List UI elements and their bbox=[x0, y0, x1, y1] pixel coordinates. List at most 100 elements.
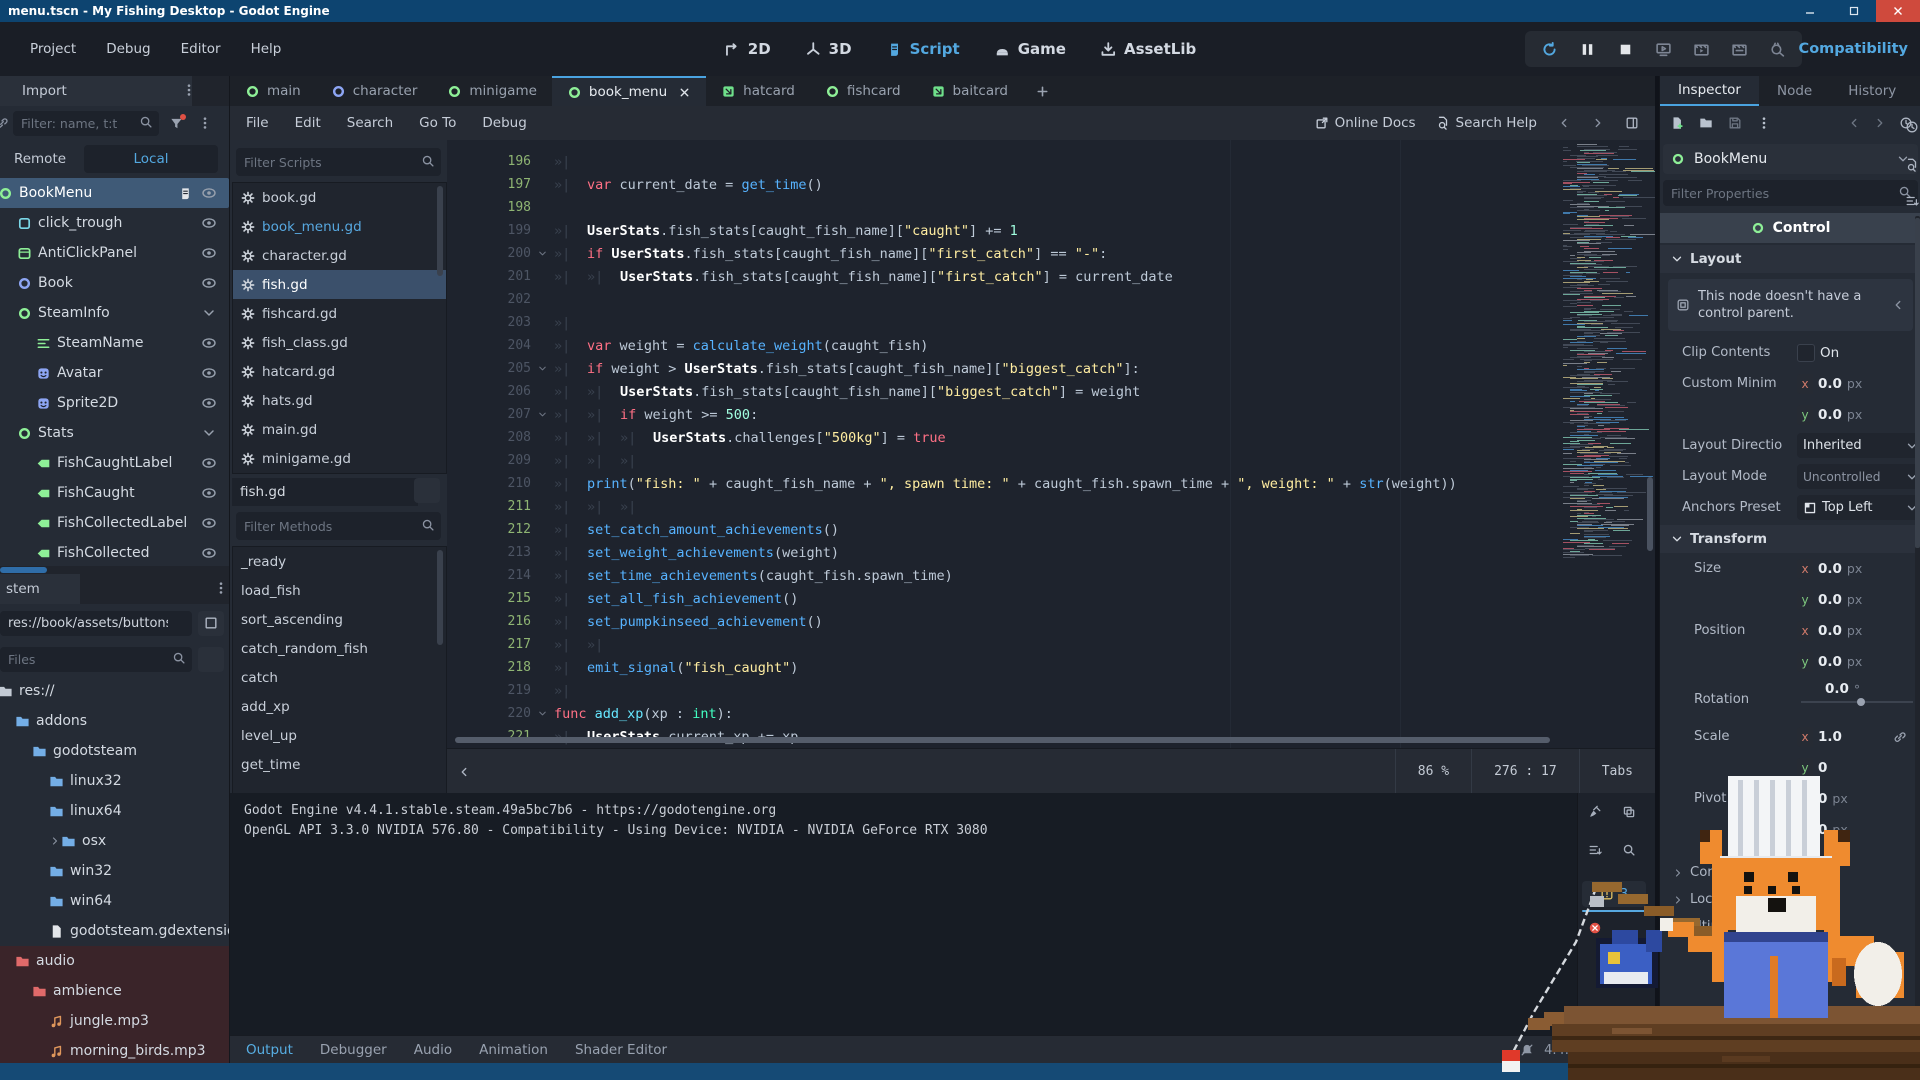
visibility-eye-icon[interactable] bbox=[201, 455, 217, 471]
code-line[interactable]: 197»|var current_date = get_time() bbox=[447, 173, 1547, 196]
code-line[interactable]: 219»| bbox=[447, 679, 1547, 702]
workspace-game[interactable]: Game bbox=[994, 40, 1066, 58]
chevron-down-icon[interactable] bbox=[201, 305, 217, 321]
code-line[interactable]: 201»|»|UserStats.fish_stats[caught_fish_… bbox=[447, 265, 1547, 288]
code-line[interactable]: 206»|»|UserStats.fish_stats[caught_fish_… bbox=[447, 380, 1547, 403]
tab-import[interactable]: Import bbox=[0, 76, 192, 106]
link-scale-icon[interactable] bbox=[1893, 730, 1907, 744]
code-line[interactable]: 220func add_xp(xp : int): bbox=[447, 702, 1547, 725]
renderer-selector[interactable]: Compatibility bbox=[1799, 22, 1908, 76]
layout-direction-dropdown[interactable]: Inherited bbox=[1797, 433, 1920, 458]
visibility-eye-icon[interactable] bbox=[201, 185, 217, 201]
tab-history[interactable]: History bbox=[1830, 76, 1914, 106]
menu-debug[interactable]: Debug bbox=[106, 41, 150, 57]
fs-item-win64[interactable]: win64 bbox=[0, 886, 229, 916]
open-docs-icon[interactable] bbox=[1905, 158, 1919, 172]
search-help-button[interactable]: Search Help bbox=[1436, 115, 1537, 131]
history-list-icon[interactable] bbox=[1905, 120, 1919, 134]
online-docs-button[interactable]: Online Docs bbox=[1315, 115, 1416, 131]
visibility-eye-icon[interactable] bbox=[201, 395, 217, 411]
bottom-tab-debugger[interactable]: Debugger bbox=[320, 1042, 387, 1058]
fs-item-addons[interactable]: addons bbox=[0, 706, 229, 736]
code-line[interactable]: 209»|»|»| bbox=[447, 449, 1547, 472]
scene-tab-baitcard[interactable]: baitcard bbox=[916, 76, 1023, 106]
script-item-fish_class.gd[interactable]: fish_class.gd bbox=[233, 328, 446, 357]
movie-play-icon[interactable] bbox=[1693, 41, 1710, 58]
close-tab-icon[interactable] bbox=[678, 86, 691, 99]
fs-item-audio[interactable]: audio bbox=[0, 946, 229, 976]
sort-files-icon[interactable] bbox=[198, 647, 224, 672]
pause-icon[interactable] bbox=[1579, 41, 1596, 58]
scene-tab-fishcard[interactable]: fishcard bbox=[810, 76, 916, 106]
scripts-scrollbar[interactable] bbox=[437, 186, 443, 276]
code-line[interactable]: 211»|»|»| bbox=[447, 495, 1547, 518]
extra-resources-icon[interactable] bbox=[1905, 194, 1919, 208]
code-line[interactable]: 205»|if weight > UserStats.fish_stats[ca… bbox=[447, 357, 1547, 380]
script-item-fishcard.gd[interactable]: fishcard.gd bbox=[233, 299, 446, 328]
chevron-left-icon[interactable] bbox=[1891, 298, 1905, 312]
fs-item-godotsteam-gdextension[interactable]: godotsteam.gdextension bbox=[0, 916, 229, 946]
method-item-catch[interactable]: catch bbox=[233, 663, 446, 692]
tab-filesystem[interactable]: stem bbox=[0, 574, 80, 604]
code-line[interactable]: 207»|»|if weight >= 500: bbox=[447, 403, 1547, 426]
movie-folder-icon[interactable] bbox=[1731, 41, 1748, 58]
visibility-eye-icon[interactable] bbox=[201, 545, 217, 561]
filter-properties-input[interactable] bbox=[1663, 186, 1918, 201]
visibility-eye-icon[interactable] bbox=[201, 275, 217, 291]
scene-tab-hatcard[interactable]: hatcard bbox=[706, 76, 810, 106]
script-item-character.gd[interactable]: character.gd bbox=[233, 241, 446, 270]
script-menu-search[interactable]: Search bbox=[347, 115, 393, 131]
fold-arrow-icon[interactable] bbox=[537, 409, 554, 420]
attached-script-icon[interactable] bbox=[178, 185, 193, 201]
script-menu-go-to[interactable]: Go To bbox=[419, 115, 456, 131]
menu-editor[interactable]: Editor bbox=[181, 41, 221, 57]
y-field[interactable]: y bbox=[1797, 590, 1813, 610]
scene-tab-character[interactable]: character bbox=[316, 76, 433, 106]
method-item-_ready[interactable]: _ready bbox=[233, 547, 446, 576]
filter-funnel-icon[interactable] bbox=[169, 116, 184, 131]
history-back-icon[interactable] bbox=[1847, 116, 1861, 130]
kebab-icon[interactable] bbox=[214, 581, 228, 595]
expand-toggle-icon[interactable] bbox=[49, 835, 61, 847]
movie-zoom-icon[interactable] bbox=[1769, 41, 1786, 58]
visibility-eye-icon[interactable] bbox=[201, 365, 217, 381]
code-line[interactable]: 213»|set_weight_achievements(weight) bbox=[447, 541, 1547, 564]
method-sort-icon[interactable] bbox=[414, 478, 440, 503]
y-field[interactable]: y bbox=[1797, 652, 1813, 672]
workspace-assetlib[interactable]: AssetLib bbox=[1100, 40, 1196, 58]
kebab-icon[interactable] bbox=[1757, 116, 1771, 130]
visibility-eye-icon[interactable] bbox=[201, 245, 217, 261]
kebab-icon[interactable] bbox=[198, 116, 212, 130]
script-menu-debug[interactable]: Debug bbox=[482, 115, 526, 131]
code-line[interactable]: 214»|set_time_achievements(caught_fish.s… bbox=[447, 564, 1547, 587]
zoom-level[interactable]: 86 % bbox=[1395, 749, 1471, 794]
method-item-sort_ascending[interactable]: sort_ascending bbox=[233, 605, 446, 634]
scene-node-click_trough[interactable]: click_trough bbox=[0, 208, 229, 238]
script-item-hats.gd[interactable]: hats.gd bbox=[233, 386, 446, 415]
code-line[interactable]: 210»|print("fish: " + caught_fish_name +… bbox=[447, 472, 1547, 495]
scene-node-Book[interactable]: Book bbox=[0, 268, 229, 298]
code-line[interactable]: 200»|if UserStats.fish_stats[caught_fish… bbox=[447, 242, 1547, 265]
x-field[interactable]: x bbox=[1797, 559, 1813, 579]
scene-node-FishCollectedLabel[interactable]: FishCollectedLabel bbox=[0, 508, 229, 538]
script-item-minigame.gd[interactable]: minigame.gd bbox=[233, 444, 446, 473]
scene-node-SteamName[interactable]: SteamName bbox=[0, 328, 229, 358]
load-resource-folder-icon[interactable] bbox=[1699, 116, 1713, 130]
method-item-catch_random_fish[interactable]: catch_random_fish bbox=[233, 634, 446, 663]
node-selector[interactable]: BookMenu bbox=[1663, 144, 1918, 174]
method-item-get_time[interactable]: get_time bbox=[233, 750, 446, 779]
scene-node-SteamInfo[interactable]: SteamInfo bbox=[0, 298, 229, 328]
script-item-book_menu.gd[interactable]: book_menu.gd bbox=[233, 212, 446, 241]
code-hscrollbar[interactable] bbox=[453, 736, 1558, 744]
scene-node-Stats[interactable]: Stats bbox=[0, 418, 229, 448]
fs-item-res-[interactable]: res:// bbox=[0, 676, 229, 706]
code-line[interactable]: 202 bbox=[447, 288, 1547, 311]
x-field[interactable]: x bbox=[1797, 727, 1813, 747]
method-item-load_fish[interactable]: load_fish bbox=[233, 576, 446, 605]
play-reload-icon[interactable] bbox=[1541, 41, 1558, 58]
scene-tree-hscrollbar[interactable] bbox=[0, 566, 229, 574]
tab-node[interactable]: Node bbox=[1759, 76, 1830, 106]
remote-debug-icon[interactable] bbox=[1655, 41, 1672, 58]
x-field[interactable]: x bbox=[1797, 621, 1813, 641]
code-line[interactable]: 215»|set_all_fish_achievement() bbox=[447, 587, 1547, 610]
